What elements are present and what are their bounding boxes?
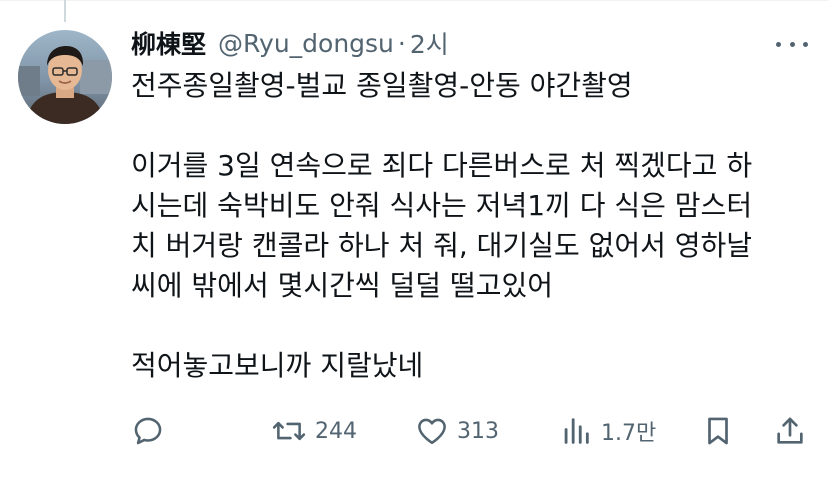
more-options-button[interactable]	[776, 36, 808, 52]
tweet-header: 柳棟堅 @Ryu_dongsu · 2시	[131, 26, 449, 60]
tweet-actions-bar: 244 313 1.7만	[131, 410, 811, 452]
share-button[interactable]	[773, 410, 807, 452]
tweet-timestamp[interactable]: 2시	[410, 25, 449, 61]
avatar-photo	[18, 30, 112, 124]
tweet-text-blank-line	[131, 306, 781, 346]
retweet-count: 244	[315, 418, 357, 444]
more-icon	[776, 41, 781, 47]
tweet-text-line: 적어놓고보니까 지랄났네	[131, 349, 424, 382]
header-separator: ·	[397, 28, 406, 58]
reply-icon	[134, 417, 162, 445]
tweet-text-line: 씨에 밖에서 몇시간씩 덜덜 떨고있어	[131, 269, 554, 302]
like-button[interactable]: 313	[415, 410, 499, 452]
bookmark-icon	[708, 417, 728, 445]
tweet-text-line: 전주종일촬영-벌교 종일촬영-안동 야간촬영	[131, 69, 633, 102]
author-display-name[interactable]: 柳棟堅	[131, 25, 206, 61]
avatar[interactable]	[18, 30, 112, 124]
share-icon	[777, 417, 803, 444]
tweet-text-blank-line	[131, 106, 781, 146]
bookmark-button[interactable]	[701, 410, 735, 452]
views-button[interactable]: 1.7만	[559, 410, 656, 452]
analytics-icon	[564, 418, 589, 444]
tweet-text: 전주종일촬영-벌교 종일촬영-안동 야간촬영 이거를 3일 연속으로 죄다 다른…	[131, 66, 781, 386]
tweet-text-line: 이거를 3일 연속으로 죄다 다른버스로 처 찍겠다고 하	[131, 149, 753, 182]
retweet-icon	[272, 421, 306, 441]
like-count: 313	[457, 418, 499, 444]
tweet-text-line: 시는데 숙박비도 안줘 식사는 저녁1끼 다 식은 맘스터	[131, 189, 753, 222]
more-icon-dot	[803, 41, 808, 47]
author-handle[interactable]: @Ryu_dongsu	[218, 29, 394, 58]
thread-connector-line	[64, 0, 66, 22]
more-icon-dot	[789, 41, 795, 47]
heart-icon	[418, 418, 446, 445]
tweet-text-line: 치 버거랑 캔콜라 하나 처 줘, 대기실도 없어서 영하날	[131, 229, 753, 262]
reply-button[interactable]	[131, 410, 165, 452]
retweet-button[interactable]: 244	[271, 410, 357, 452]
top-divider	[0, 0, 828, 1]
views-count: 1.7만	[601, 421, 657, 446]
